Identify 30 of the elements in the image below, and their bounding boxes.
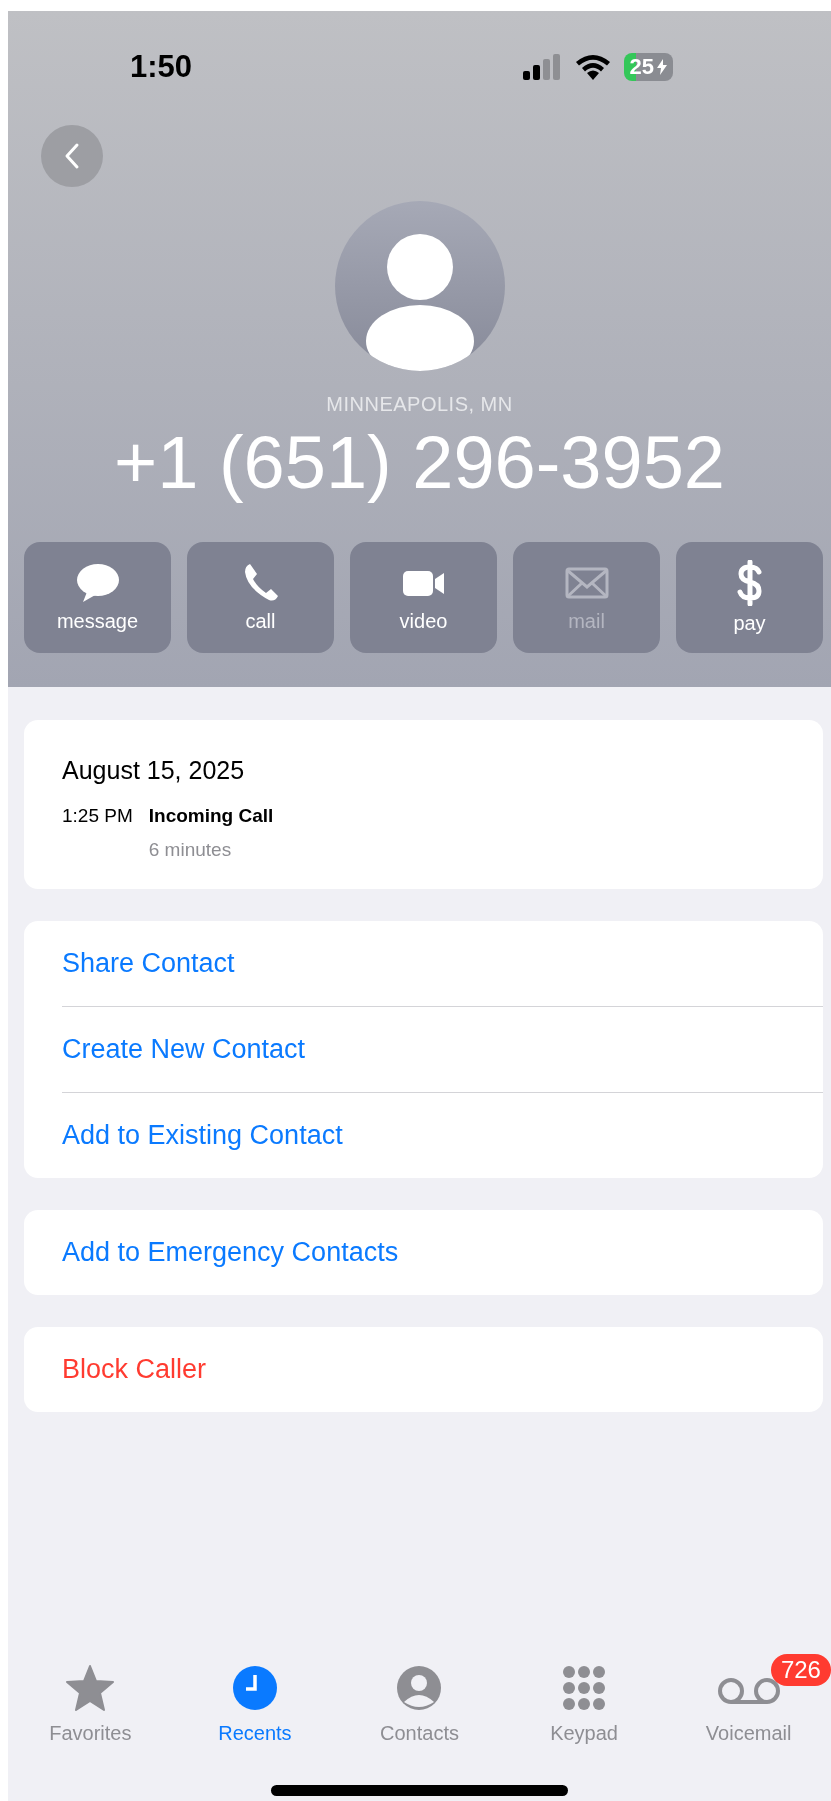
caller-location: MINNEAPOLIS, MN [326, 393, 513, 416]
option-link[interactable]: Create New Contact [62, 1034, 306, 1065]
star-icon [65, 1664, 116, 1712]
status-time: 1:50 [130, 49, 193, 85]
tab-item[interactable]: Favorites [49, 1664, 132, 1745]
option-link[interactable]: Add to Existing Contact [62, 1120, 343, 1151]
block-link[interactable]: Block Caller [62, 1354, 207, 1385]
dollar-icon [734, 560, 765, 606]
call-duration: 6 minutes [148, 839, 233, 861]
wifi-icon [573, 53, 612, 81]
voicemail-count-badge: 726 [770, 1654, 831, 1686]
call-type: Incoming Call [148, 805, 274, 827]
call-button[interactable]: call [187, 542, 334, 653]
tab-item[interactable]: Keypad [550, 1664, 618, 1745]
call-date: August 15, 2025 [62, 756, 246, 785]
person-icon [395, 1664, 444, 1712]
phone-number: +1 (651) 296-3952 [114, 422, 725, 504]
option-link[interactable]: Add to Emergency Contacts [62, 1237, 399, 1268]
video-button[interactable]: video [350, 542, 497, 653]
clock-icon [230, 1664, 279, 1712]
option-link[interactable]: Share Contact [62, 948, 235, 979]
call-time: 1:25 PM [62, 805, 133, 828]
tab-item[interactable]: Recents [218, 1664, 292, 1745]
signal-icon [521, 54, 562, 80]
message-button[interactable]: message [24, 542, 171, 653]
tab-item[interactable]: Contacts [380, 1664, 459, 1745]
avatar-icon [334, 201, 505, 371]
speech-bubble-icon [74, 562, 121, 604]
back-chevron-icon [64, 142, 80, 170]
pay-button[interactable]: pay [676, 542, 823, 653]
